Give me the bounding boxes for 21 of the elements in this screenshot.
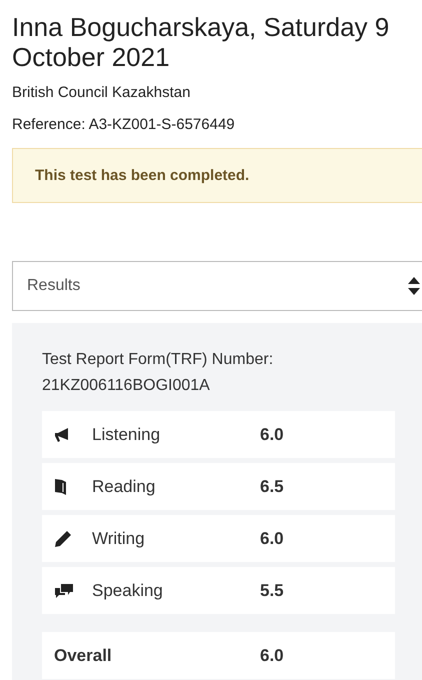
skill-name: Speaking: [92, 580, 164, 600]
skill-score: 5.5: [260, 580, 284, 600]
skill-name: Listening: [92, 424, 162, 444]
completed-alert: This test has been completed.: [12, 148, 422, 203]
test-centre: British Council Kazakhstan: [12, 84, 192, 102]
reference-number: Reference: A3-KZ001-S-6576449: [12, 116, 236, 134]
skill-score: 6.0: [260, 424, 284, 444]
page-title: Inna Bogucharskaya, Saturday 9 October 2021: [12, 12, 390, 72]
skill-score: 6.5: [260, 476, 284, 496]
speech-bubbles-icon: [54, 582, 74, 598]
book-icon: [54, 478, 68, 496]
sort-icon: [408, 276, 420, 296]
overall-label: Overall: [54, 646, 113, 666]
skill-score: 6.0: [260, 528, 284, 548]
overall-score: 6.0: [260, 646, 284, 666]
pencil-icon: [54, 530, 72, 548]
skill-name: Reading: [92, 476, 156, 496]
section-select[interactable]: Results: [12, 261, 422, 311]
trf-label: Test Report Form(TRF) Number:: [42, 350, 274, 370]
trf-number: 21KZ006116BOGI001A: [42, 376, 211, 396]
skill-name: Writing: [92, 528, 146, 548]
